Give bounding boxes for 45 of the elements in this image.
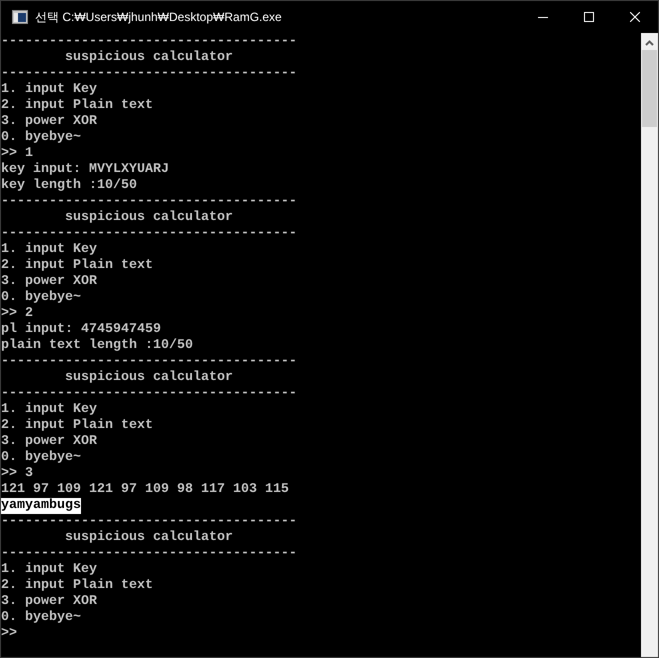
console-line: suspicious calculator: [64, 370, 233, 386]
console-line: -------------------------------------: [1, 354, 297, 370]
close-icon: [630, 12, 640, 22]
console-line: >>: [1, 626, 17, 642]
console-line: suspicious calculator: [64, 530, 233, 546]
console-app-icon: [12, 10, 28, 24]
scrollbar-thumb[interactable]: [642, 50, 657, 127]
console-line: pl input: 4745947459: [1, 322, 161, 338]
console-line: 1. input Key: [1, 82, 97, 98]
console-line: -------------------------------------: [1, 546, 297, 562]
console-line: 1. input Key: [1, 402, 97, 418]
console-line: 3. power XOR: [1, 274, 97, 290]
console-line: -------------------------------------: [1, 514, 297, 530]
window-title: 선택 C:₩Users₩jhunh₩Desktop₩RamG.exe: [35, 9, 282, 26]
console-line: suspicious calculator: [64, 210, 233, 226]
console-line: 3. power XOR: [1, 594, 97, 610]
console-line: 1. input Key: [1, 562, 97, 578]
console-line: 2. input Plain text: [1, 258, 153, 274]
console-line: plain text length :10/50: [1, 338, 193, 354]
console-line: key length :10/50: [1, 178, 137, 194]
console-line: >> 3: [1, 466, 33, 482]
scrollbar[interactable]: [641, 33, 658, 657]
console-line: -------------------------------------: [1, 226, 297, 242]
minimize-icon: [538, 16, 548, 18]
console-line: 3. power XOR: [1, 114, 97, 130]
console-line: >> 1: [1, 146, 33, 162]
scroll-up-icon[interactable]: [645, 40, 654, 46]
console-line: 121 97 109 121 97 109 98 117 103 115: [1, 482, 289, 498]
console-line: suspicious calculator: [64, 50, 233, 66]
console-line: 2. input Plain text: [1, 418, 153, 434]
console-line: -------------------------------------: [1, 386, 297, 402]
console-line: 0. byebye~: [1, 130, 81, 146]
console-line: 3. power XOR: [1, 434, 97, 450]
maximize-icon: [584, 12, 594, 22]
console-line: 0. byebye~: [1, 450, 81, 466]
console-line: >> 2: [1, 306, 33, 322]
console-line: -------------------------------------: [1, 66, 297, 82]
console-line: key input: MVYLXYUARJ: [1, 162, 169, 178]
console-line: 0. byebye~: [1, 290, 81, 306]
console-line: 0. byebye~: [1, 610, 81, 626]
console-line: -------------------------------------: [1, 194, 297, 210]
console-line: 1. input Key: [1, 242, 97, 258]
console-line: 2. input Plain text: [1, 578, 153, 594]
console-line: 2. input Plain text: [1, 98, 153, 114]
console-line: -------------------------------------: [1, 34, 297, 50]
